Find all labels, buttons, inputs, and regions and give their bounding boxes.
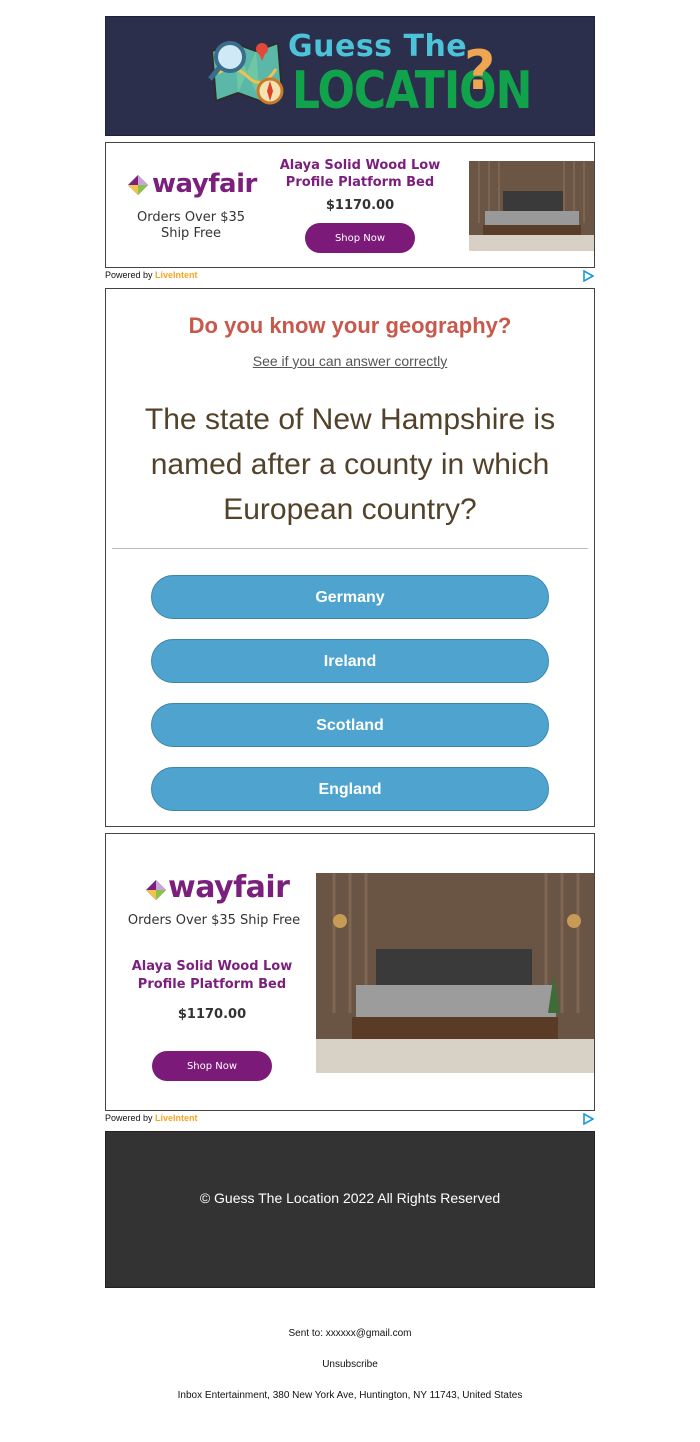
ad-caption: Orders Over $35 Ship Free [136, 210, 246, 241]
powered-by-text: Powered by [105, 1113, 153, 1123]
logo-title-bottom: LOCATION [292, 61, 532, 122]
powered-by-label[interactable]: Powered by LiveIntent [105, 270, 198, 280]
ad-brand-name: wayfair [168, 870, 290, 905]
answer-button-england[interactable]: England [151, 767, 549, 811]
divider [112, 548, 588, 549]
copyright-text: © Guess The Location 2022 All Rights Res… [199, 1190, 501, 1206]
quiz-card: Do you know your geography? See if you c… [105, 288, 595, 827]
company-address: Inbox Entertainment, 380 New York Ave, H… [177, 1390, 523, 1401]
bed-product-image[interactable] [316, 873, 594, 1073]
answer-button-germany[interactable]: Germany [151, 575, 549, 619]
footer-banner: © Guess The Location 2022 All Rights Res… [105, 1131, 595, 1288]
ad-price: $1170.00 [325, 198, 395, 213]
answer-button-scotland[interactable]: Scotland [151, 703, 549, 747]
liveintent-logo: LiveIntent [155, 1113, 198, 1123]
ad-banner-bottom[interactable]: wayfair Orders Over $35 Ship Free Alaya … [105, 833, 595, 1111]
ad-caption: Orders Over $35 Ship Free [127, 913, 301, 928]
logo-title-top: Guess The [288, 29, 468, 64]
question-mark-icon: ? [464, 39, 496, 102]
answer-button-ireland[interactable]: Ireland [151, 639, 549, 683]
email-page: Guess The LOCATION ? wayfair Orders Over… [0, 0, 700, 1442]
adchoices-icon[interactable] [582, 1113, 594, 1125]
powered-by-label[interactable]: Powered by LiveIntent [105, 1113, 198, 1123]
adchoices-icon[interactable] [582, 270, 594, 282]
quiz-title: Do you know your geography? [188, 313, 512, 338]
map-compass-icon [208, 41, 284, 105]
ad-banner-top[interactable]: wayfair Orders Over $35 Ship Free Alaya … [105, 142, 595, 268]
quiz-question: The state of New Hampshire is named afte… [144, 403, 556, 526]
bed-product-image[interactable] [469, 161, 594, 251]
header-banner[interactable]: Guess The LOCATION ? [105, 16, 595, 136]
quiz-subtitle-link[interactable]: See if you can answer correctly [106, 353, 594, 369]
wayfair-logo-icon [128, 175, 148, 195]
ad-brand-name: wayfair [152, 169, 257, 199]
shop-now-button[interactable]: Shop Now [152, 1051, 272, 1081]
unsubscribe-link[interactable]: Unsubscribe [0, 1359, 700, 1370]
powered-by-text: Powered by [105, 270, 153, 280]
wayfair-logo-icon [146, 880, 166, 900]
ad-price: $1170.00 [177, 1007, 247, 1022]
shop-now-button[interactable]: Shop Now [305, 223, 415, 253]
liveintent-logo: LiveIntent [155, 270, 198, 280]
ad-product-name: Alaya Solid Wood Low Profile Platform Be… [131, 959, 293, 992]
ad-product-name: Alaya Solid Wood Low Profile Platform Be… [279, 158, 441, 190]
sent-to-text: Sent to: xxxxxx@gmail.com [288, 1328, 412, 1339]
